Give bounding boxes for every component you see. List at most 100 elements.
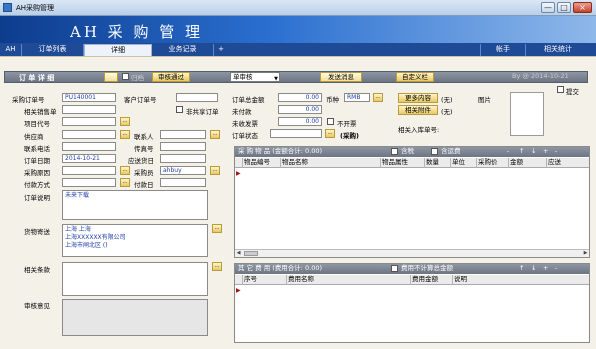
payment-method-label: 付款方式 — [24, 181, 50, 189]
order-no-field[interactable]: PU140001 — [62, 93, 116, 102]
status-select-value: 单审核 — [233, 73, 253, 81]
scroll-right-icon[interactable]: ▶ — [582, 250, 589, 257]
minimize-button[interactable]: — — [541, 2, 555, 13]
add-row-icon[interactable]: + — [543, 147, 548, 156]
attachments-button[interactable]: 相关附件 — [398, 105, 438, 115]
tab-detail[interactable]: 详细 — [84, 44, 152, 56]
fee-exclude-checkbox[interactable] — [391, 265, 398, 272]
payment-date-field[interactable] — [160, 178, 206, 187]
contact-phone-field[interactable] — [62, 142, 116, 151]
order-note-label: 订单说明 — [24, 194, 50, 202]
column-header[interactable]: 金额 — [509, 158, 547, 168]
delete-row-icon[interactable]: - — [555, 147, 557, 156]
contact-picker-button[interactable]: … — [210, 130, 220, 139]
terms-textarea[interactable] — [62, 262, 208, 296]
tab-ah[interactable]: AH — [0, 44, 22, 56]
project-code-field[interactable] — [62, 117, 116, 126]
column-header[interactable]: 序号 — [243, 275, 287, 285]
tab-bar: AH 订单列表 详细 业务记录 + 帐手 相关统计 — [0, 43, 596, 56]
related-sales-field[interactable] — [62, 105, 116, 114]
delivery-line: 上海 上海 — [65, 226, 91, 233]
purchase-reason-picker-button[interactable]: … — [120, 166, 130, 175]
uninvoiced-field[interactable]: 0.00 — [278, 117, 322, 126]
toolbar-blank-button[interactable] — [104, 72, 118, 82]
order-status-picker-button[interactable]: … — [325, 129, 335, 138]
move-down-icon[interactable]: ↓ — [531, 147, 536, 156]
archive-checkbox[interactable] — [122, 73, 129, 80]
tab-add[interactable]: + — [214, 44, 228, 56]
column-header[interactable]: 费用名称 — [287, 275, 411, 285]
maximize-button[interactable]: □ — [557, 2, 571, 13]
supplier-field[interactable] — [62, 130, 116, 139]
tab-account[interactable]: 帐手 — [480, 44, 526, 56]
column-header[interactable]: 数量 — [425, 158, 451, 168]
due-date-label: 应送货日 — [128, 157, 154, 165]
related-sales-label: 相关销售单 — [24, 108, 57, 116]
delivery-picker-button[interactable]: … — [212, 224, 222, 233]
payment-method-picker-button[interactable]: … — [120, 178, 130, 187]
tax-included-checkbox[interactable] — [391, 148, 398, 155]
more-content-suffix: (无) — [441, 96, 453, 104]
tab-related-stats[interactable]: 相关统计 — [526, 44, 590, 56]
audit-pass-button[interactable]: 审核通过 — [152, 72, 190, 82]
row-header-cell — [235, 158, 243, 168]
send-message-button[interactable]: 发送消息 — [320, 72, 362, 82]
audit-opinion-textarea[interactable] — [62, 299, 208, 336]
terms-picker-button[interactable]: … — [212, 262, 222, 271]
buyer-picker-button[interactable]: … — [210, 166, 220, 175]
project-code-picker-button[interactable]: … — [120, 117, 130, 126]
non-original-checkbox[interactable] — [176, 106, 183, 113]
total-amount-field[interactable]: 0.00 — [278, 93, 322, 102]
column-header[interactable]: 费用金额 — [411, 275, 453, 285]
scroll-left-icon[interactable]: ◀ — [235, 250, 242, 257]
order-status-field[interactable] — [270, 129, 322, 138]
close-button[interactable]: × — [573, 2, 592, 13]
custom-bar-button[interactable]: 自定义栏 — [396, 72, 434, 82]
no-invoice-checkbox[interactable] — [327, 118, 334, 125]
purchase-items-hscrollbar[interactable]: ◀ ▶ — [235, 249, 589, 257]
tab-business-records[interactable]: 业务记录 — [152, 44, 214, 56]
purchase-reason-field[interactable] — [62, 166, 116, 175]
scroll-thumb[interactable] — [244, 251, 258, 256]
column-header[interactable]: 物品属性 — [381, 158, 425, 168]
contact-field[interactable] — [160, 130, 206, 139]
fax-label: 传真号 — [134, 145, 154, 153]
submit-label: 提交 — [566, 88, 579, 96]
column-header[interactable]: 采购价 — [477, 158, 509, 168]
order-date-label: 订单日期 — [24, 157, 50, 165]
picture-box[interactable] — [510, 92, 544, 136]
order-date-field[interactable]: 2014-10-21 — [62, 154, 116, 163]
column-header[interactable]: 物品名称 — [281, 158, 381, 168]
purchase-items-title: 采 购 物 品 (金额合计: 0.00) — [238, 147, 323, 155]
purchase-items-panel: 采 购 物 品 (金额合计: 0.00) 含税 含运费 - ↑ ↓ + - 物品… — [234, 146, 590, 258]
submit-checkbox[interactable] — [557, 86, 564, 93]
supplier-picker-button[interactable]: … — [120, 130, 130, 139]
status-select[interactable]: 单审核 ▼ — [230, 72, 280, 82]
audit-opinion-label: 审核意见 — [24, 302, 50, 310]
currency-picker-button[interactable]: … — [373, 93, 383, 102]
tab-order-list[interactable]: 订单列表 — [22, 44, 84, 56]
column-header[interactable]: 应送 — [547, 158, 589, 168]
payment-method-field[interactable] — [62, 178, 116, 187]
freight-included-checkbox[interactable] — [431, 148, 438, 155]
move-down-icon[interactable]: ↓ — [531, 264, 536, 273]
more-content-button[interactable]: 更多内容 — [398, 93, 438, 103]
fax-field[interactable] — [160, 142, 206, 151]
item-remove-icon[interactable]: - — [507, 147, 509, 156]
customer-order-field[interactable] — [176, 93, 218, 102]
delete-row-icon[interactable]: - — [555, 264, 557, 273]
move-up-icon[interactable]: ↑ — [519, 264, 524, 273]
move-up-icon[interactable]: ↑ — [519, 147, 524, 156]
delivery-textarea[interactable]: 上海 上海 上海XXXXXX有限公司 上海市闸北区 () — [62, 224, 208, 257]
current-row-marker-icon: ▶ — [236, 170, 241, 177]
freight-included-label: 含运费 — [441, 147, 461, 155]
column-header[interactable]: 物品编号 — [243, 158, 281, 168]
due-date-field[interactable] — [160, 154, 206, 163]
currency-field[interactable]: RMB — [344, 93, 370, 102]
unpaid-field[interactable]: 0.00 — [278, 105, 322, 114]
add-row-icon[interactable]: + — [543, 264, 548, 273]
column-header[interactable]: 单位 — [451, 158, 477, 168]
order-note-textarea[interactable]: 未来下载 — [62, 190, 208, 220]
buyer-field[interactable]: ahbuy — [160, 166, 206, 175]
column-header[interactable]: 说明 — [453, 275, 589, 285]
